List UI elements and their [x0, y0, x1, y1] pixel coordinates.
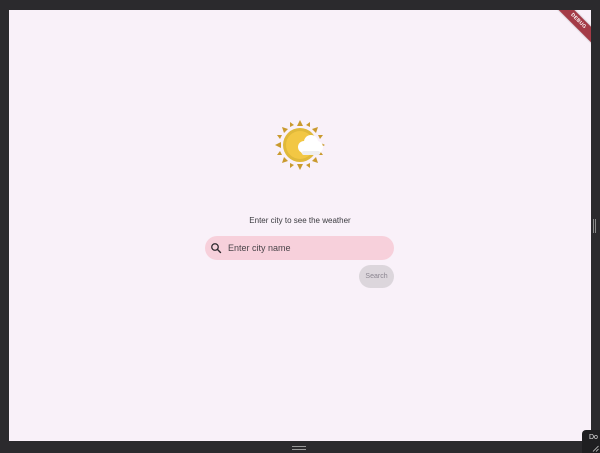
- handle-line: [292, 449, 306, 450]
- horizontal-resize-handle[interactable]: [292, 446, 306, 450]
- handle-line: [593, 219, 594, 233]
- handle-line: [595, 219, 596, 233]
- sun-behind-cloud-icon: [275, 120, 325, 170]
- search-button[interactable]: Search: [359, 265, 394, 288]
- city-search-field[interactable]: [205, 236, 394, 260]
- city-name-input[interactable]: [228, 243, 378, 253]
- corner-tooltip: Do: [582, 430, 600, 453]
- corner-tooltip-text: Do: [589, 434, 598, 441]
- app-surface: DEBUG Enter city to see the weather Ente…: [9, 10, 591, 441]
- resize-grip-icon[interactable]: [592, 445, 599, 452]
- prompt-text: Enter city to see the weather: [249, 216, 351, 225]
- handle-line: [292, 446, 306, 447]
- vertical-resize-handle[interactable]: [593, 219, 597, 233]
- search-icon: [211, 243, 222, 254]
- debug-banner: DEBUG: [549, 10, 591, 51]
